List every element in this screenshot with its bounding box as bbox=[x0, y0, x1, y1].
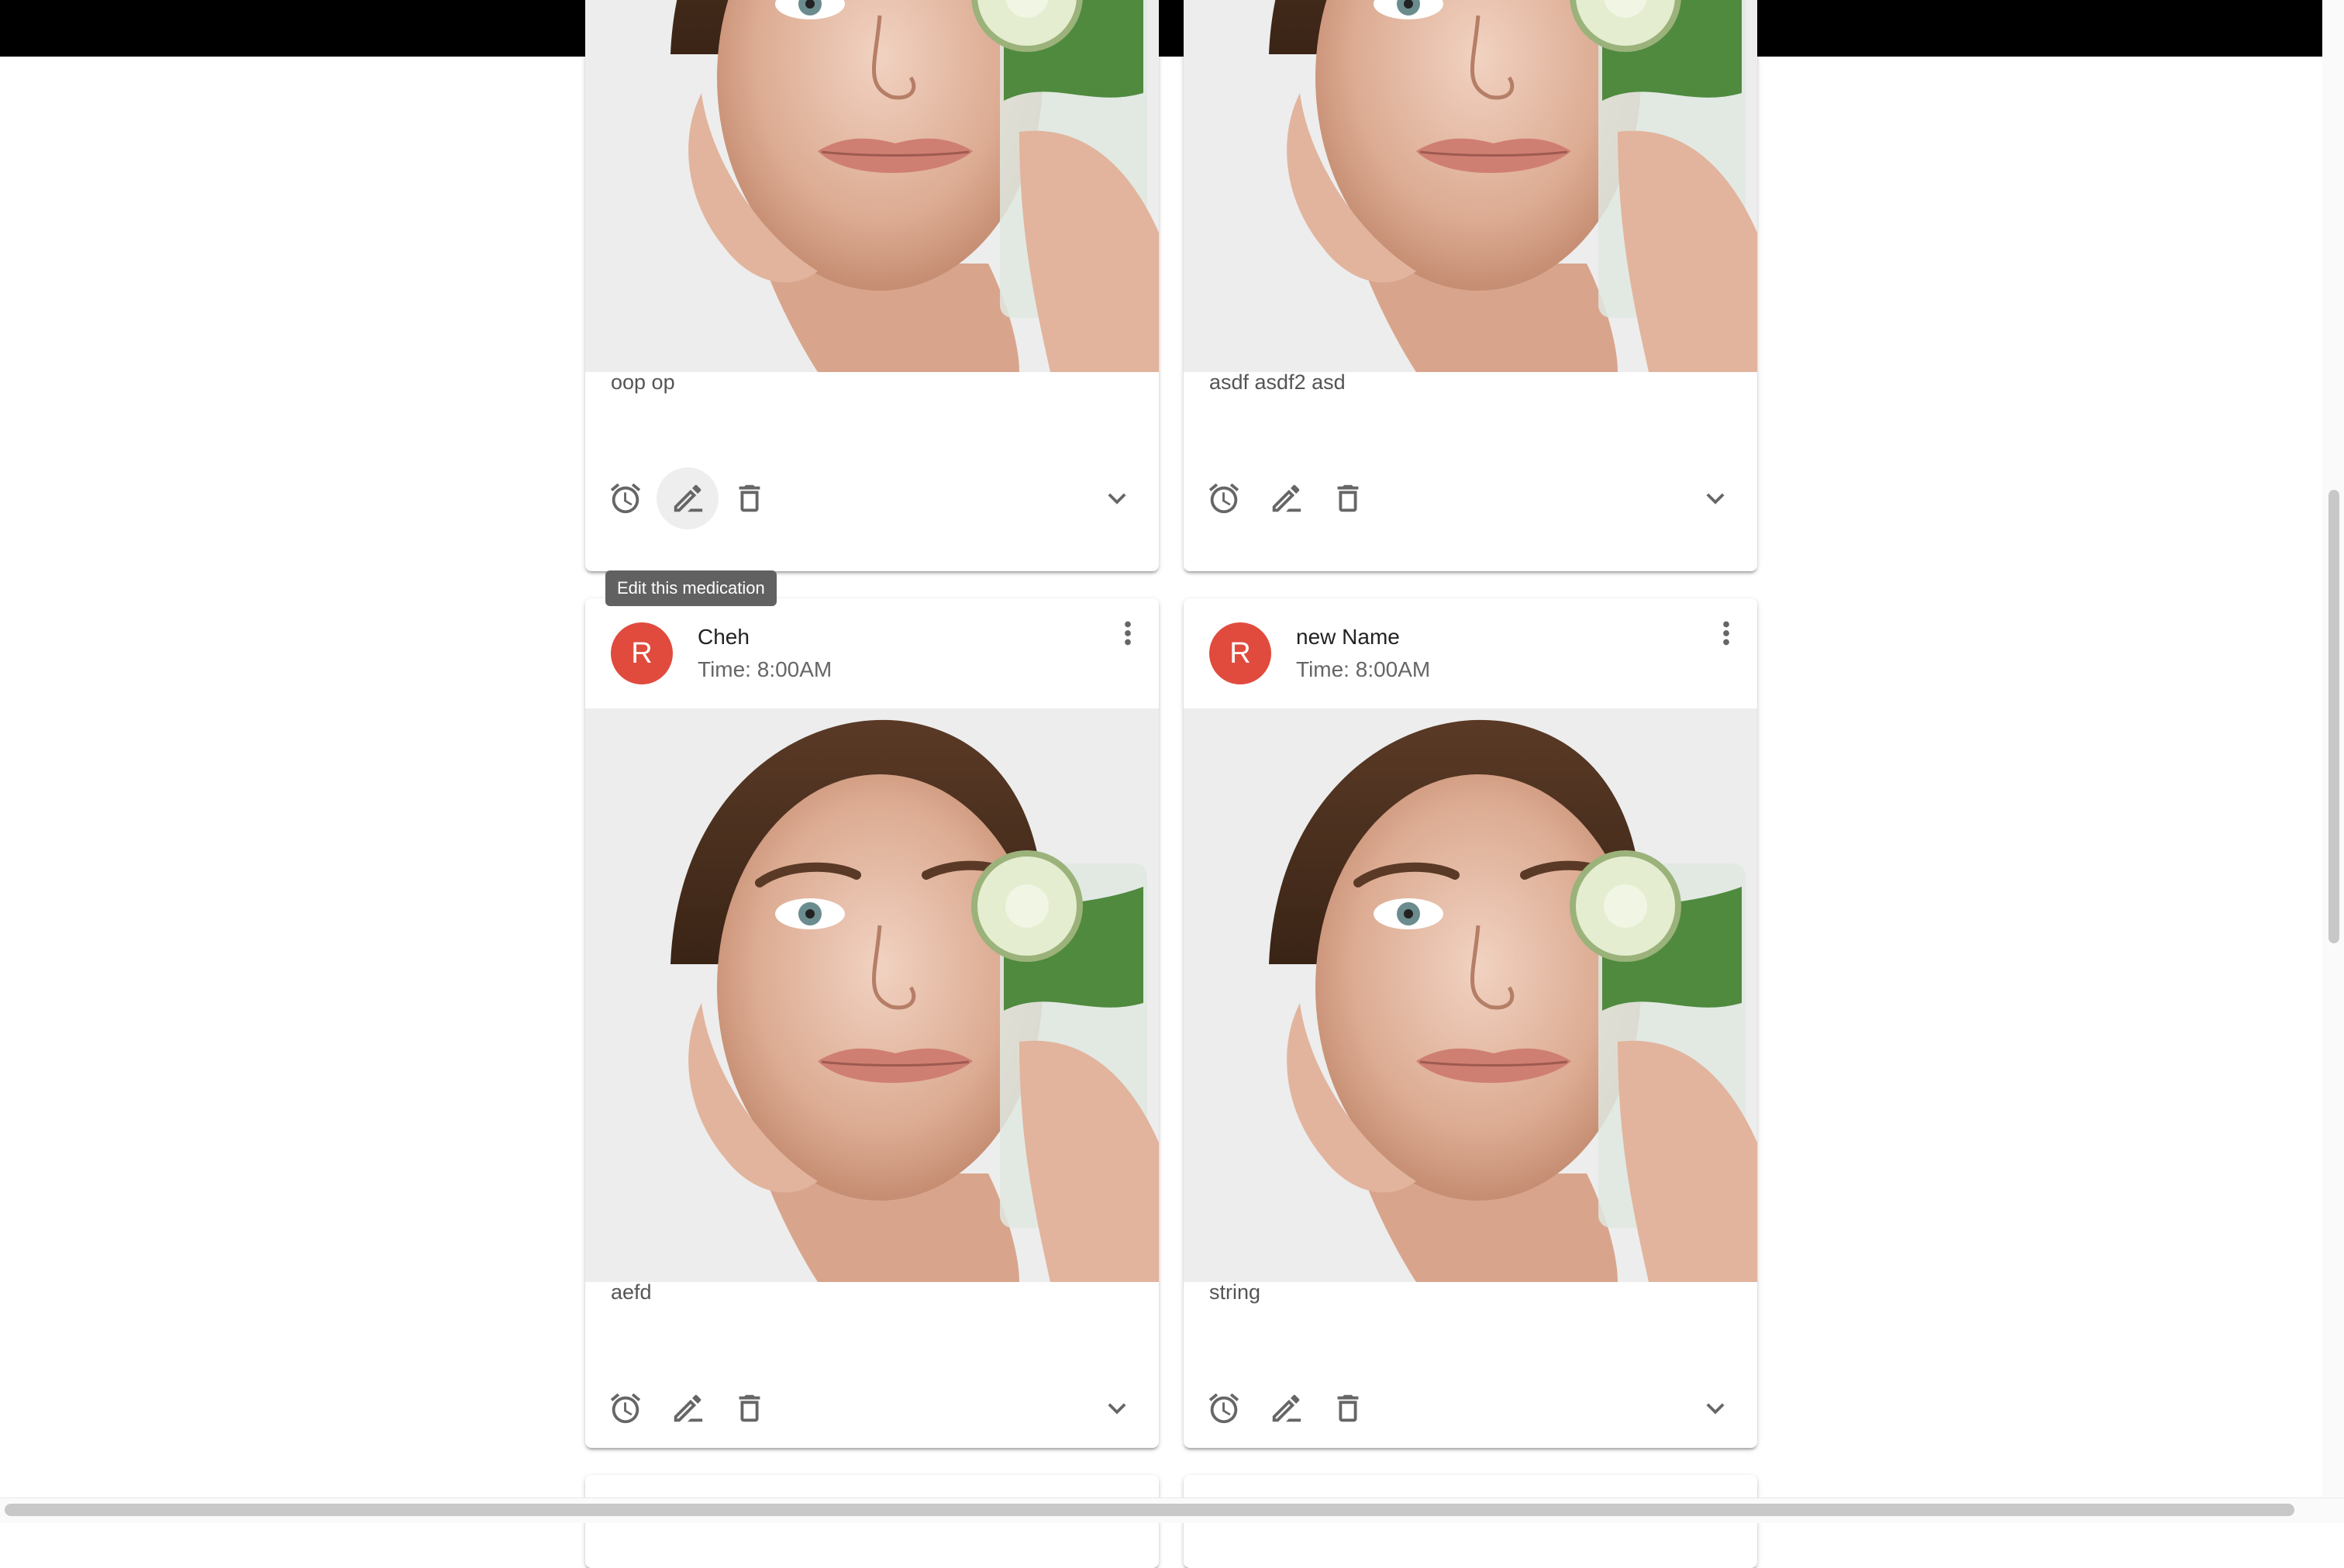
card-title: new Name bbox=[1296, 625, 1400, 649]
delete-icon bbox=[1330, 1391, 1366, 1426]
edit-icon bbox=[1268, 481, 1304, 516]
card-header: R new Name Time: 8:00AM bbox=[1184, 598, 1757, 708]
card-description: asdf asdf2 asd bbox=[1209, 370, 1346, 394]
card-actions bbox=[585, 1373, 1159, 1443]
vertical-scrollbar-thumb[interactable] bbox=[2328, 490, 2339, 943]
expand-button[interactable] bbox=[1684, 1377, 1746, 1439]
medication-card: R Cheh Time: 8:00AM aefd bbox=[585, 598, 1159, 1448]
medication-card: R new Name Time: 8:00AM string bbox=[1184, 598, 1757, 1448]
card-actions bbox=[585, 464, 1159, 533]
card-media-image bbox=[585, 708, 1159, 1282]
expand-button[interactable] bbox=[1086, 1377, 1148, 1439]
card-title: Cheh bbox=[698, 625, 750, 649]
delete-icon bbox=[1330, 481, 1366, 516]
card-description: aefd bbox=[611, 1280, 652, 1304]
set-reminder-button[interactable] bbox=[595, 1377, 657, 1439]
delete-icon bbox=[732, 481, 767, 516]
card-description: string bbox=[1209, 1280, 1261, 1304]
edit-icon bbox=[1268, 1391, 1304, 1426]
edit-medication-button[interactable] bbox=[657, 467, 719, 529]
medication-card: asdf asdf2 asd bbox=[1184, 0, 1757, 571]
browser-top-bar bbox=[0, 0, 2344, 57]
set-reminder-button[interactable] bbox=[595, 467, 657, 529]
card-media-image bbox=[1184, 0, 1757, 372]
edit-tooltip: Edit this medication bbox=[605, 570, 777, 606]
set-reminder-button[interactable] bbox=[1193, 467, 1255, 529]
card-header: R Cheh Time: 8:00AM bbox=[585, 598, 1159, 708]
chevron-down-icon bbox=[1099, 1391, 1135, 1426]
card-time: Time: 8:00AM bbox=[698, 657, 832, 681]
set-reminder-button[interactable] bbox=[1193, 1377, 1255, 1439]
card-description: oop op bbox=[611, 370, 675, 394]
delete-medication-button[interactable] bbox=[1317, 1377, 1379, 1439]
edit-medication-button[interactable] bbox=[657, 1377, 719, 1439]
avatar: R bbox=[1209, 622, 1271, 684]
delete-icon bbox=[732, 1391, 767, 1426]
more-vert-icon bbox=[1708, 615, 1744, 651]
horizontal-scrollbar-thumb[interactable] bbox=[5, 1504, 2294, 1516]
medication-card: oop op bbox=[585, 0, 1159, 571]
avatar: R bbox=[611, 622, 673, 684]
card-actions bbox=[1184, 464, 1757, 533]
alarm-icon bbox=[608, 1391, 643, 1426]
chevron-down-icon bbox=[1698, 481, 1733, 516]
alarm-icon bbox=[1206, 481, 1242, 516]
delete-medication-button[interactable] bbox=[719, 467, 781, 529]
edit-icon bbox=[670, 1391, 705, 1426]
card-time: Time: 8:00AM bbox=[1296, 657, 1431, 681]
alarm-icon bbox=[608, 481, 643, 516]
edit-icon bbox=[670, 481, 705, 516]
expand-button[interactable] bbox=[1684, 467, 1746, 529]
chevron-down-icon bbox=[1099, 481, 1135, 516]
delete-medication-button[interactable] bbox=[1317, 467, 1379, 529]
edit-medication-button[interactable] bbox=[1255, 1377, 1317, 1439]
expand-button[interactable] bbox=[1086, 467, 1148, 529]
edit-medication-button[interactable] bbox=[1255, 467, 1317, 529]
card-media-image bbox=[585, 0, 1159, 372]
more-vert-icon bbox=[1110, 615, 1146, 651]
alarm-icon bbox=[1206, 1391, 1242, 1426]
more-options-button[interactable] bbox=[1097, 602, 1159, 664]
delete-medication-button[interactable] bbox=[719, 1377, 781, 1439]
card-actions bbox=[1184, 1373, 1757, 1443]
chevron-down-icon bbox=[1698, 1391, 1733, 1426]
more-options-button[interactable] bbox=[1695, 602, 1757, 664]
card-media-image bbox=[1184, 708, 1757, 1282]
